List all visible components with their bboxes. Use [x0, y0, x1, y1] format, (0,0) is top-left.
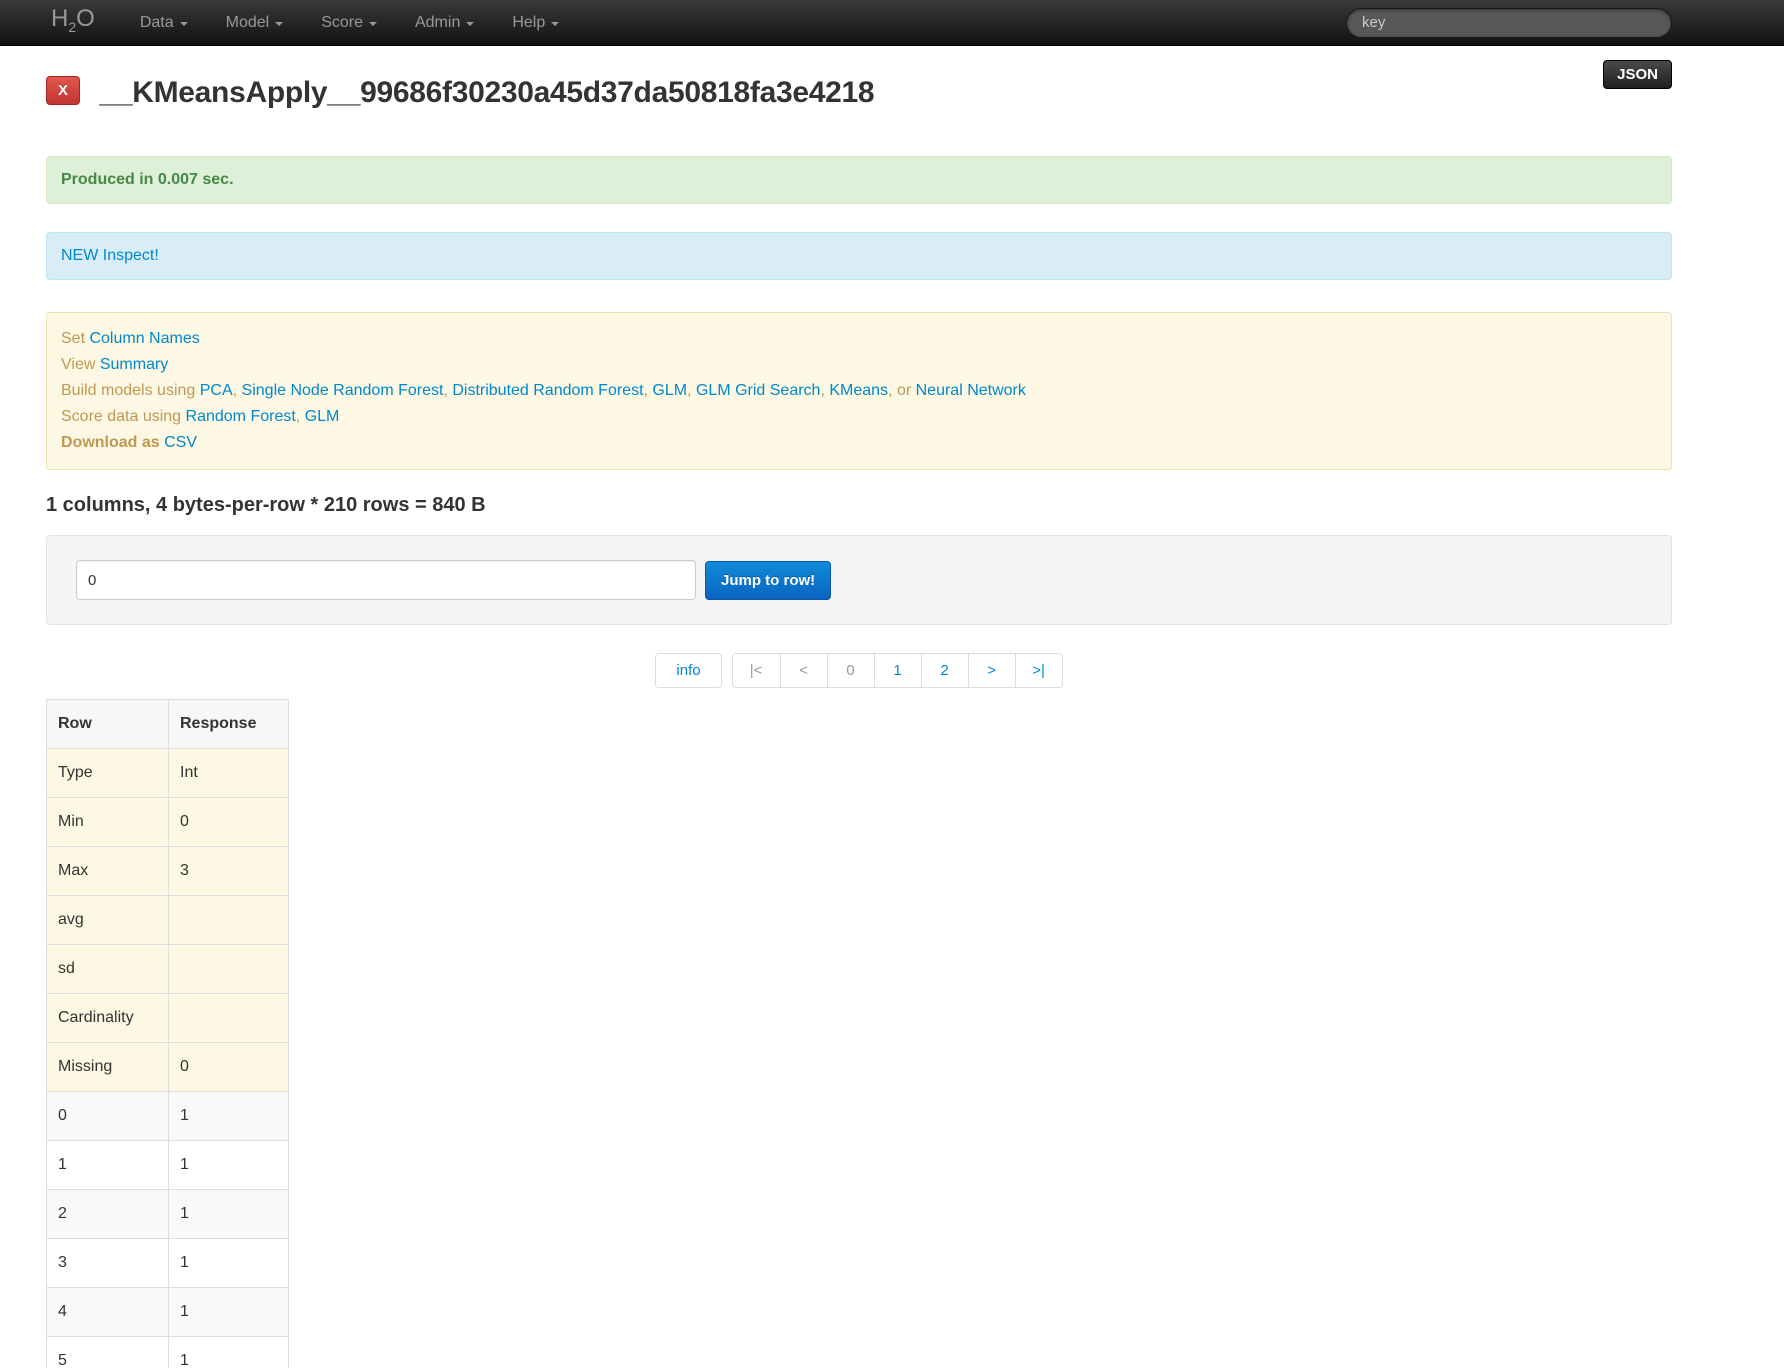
table-row: TypeInt — [47, 749, 289, 798]
action-link[interactable]: GLM Grid Search — [696, 382, 820, 399]
navbar-item-model[interactable]: Model — [207, 0, 303, 45]
action-link[interactable]: GLM — [305, 408, 340, 425]
page-title: __KMeansApply__99686f30230a45d37da50818f… — [99, 76, 874, 110]
table-row: 11 — [47, 1141, 289, 1190]
action-link[interactable]: KMeans — [829, 382, 888, 399]
page-button: |< — [733, 654, 780, 687]
size-heading: 1 columns, 4 bytes-per-row * 210 rows = … — [46, 494, 1672, 517]
action-link[interactable]: Distributed Random Forest — [452, 382, 643, 399]
action-link[interactable]: Neural Network — [916, 382, 1026, 399]
navbar-item-score[interactable]: Score — [302, 0, 396, 45]
action-line: Score data using Random Forest, GLM — [61, 404, 1657, 430]
action-line: View Summary — [61, 352, 1657, 378]
jump-panel: Jump to row! — [46, 535, 1672, 625]
table-row: Min0 — [47, 798, 289, 847]
action-text: Score data using — [61, 408, 186, 425]
action-link[interactable]: Column Names — [89, 330, 199, 347]
table-row: sd — [47, 945, 289, 994]
navbar-link[interactable]: Model — [207, 0, 303, 45]
page-button[interactable]: 2 — [921, 654, 968, 687]
table-row: Max3 — [47, 847, 289, 896]
navbar-item-data[interactable]: Data — [121, 0, 207, 45]
info-button[interactable]: info — [655, 653, 721, 688]
table-row: 51 — [47, 1337, 289, 1368]
navbar-link[interactable]: Score — [302, 0, 396, 45]
pagination-group: |<<012>>| — [732, 653, 1063, 688]
table-row: 21 — [47, 1190, 289, 1239]
chevron-down-icon — [275, 22, 283, 26]
page-button[interactable]: 1 — [874, 654, 921, 687]
navbar-menu: DataModelScoreAdminHelp — [121, 0, 578, 45]
action-text: Download as — [61, 434, 164, 451]
search-input[interactable] — [1346, 8, 1672, 38]
table-row: Cardinality — [47, 994, 289, 1043]
navbar-link[interactable]: Help — [493, 0, 578, 45]
column-header-response: Response — [169, 700, 289, 749]
page-button[interactable]: >| — [1015, 654, 1062, 687]
navbar-link[interactable]: Admin — [396, 0, 493, 45]
inspect-alert: NEW Inspect! — [46, 232, 1672, 280]
h2o-logo[interactable]: H2O — [51, 0, 95, 49]
action-link[interactable]: Single Node Random Forest — [242, 382, 444, 399]
new-inspect-link[interactable]: NEW Inspect! — [61, 247, 159, 264]
action-line: Set Column Names — [61, 326, 1657, 352]
action-text: , — [687, 382, 696, 399]
action-text: , — [820, 382, 829, 399]
table-row: 31 — [47, 1239, 289, 1288]
navbar-link[interactable]: Data — [121, 0, 207, 45]
actions-box: Set Column NamesView SummaryBuild models… — [46, 312, 1672, 470]
page-button: < — [780, 654, 827, 687]
table-row: 01 — [47, 1092, 289, 1141]
row-number-input[interactable] — [76, 560, 696, 600]
produced-text: Produced in 0.007 sec. — [61, 171, 234, 188]
page: H2O DataModelScoreAdminHelp X __KMeansAp… — [0, 0, 1784, 1368]
action-link[interactable]: Summary — [100, 356, 168, 373]
table-header-row: Row Response — [47, 700, 289, 749]
action-line: Build models using PCA, Single Node Rand… — [61, 378, 1657, 404]
chevron-down-icon — [466, 22, 474, 26]
jump-to-row-button[interactable]: Jump to row! — [705, 561, 831, 600]
actions-list: Set Column NamesView SummaryBuild models… — [61, 326, 1657, 456]
inspect-table: Row Response TypeIntMin0Max3avgsdCardina… — [46, 699, 289, 1368]
pagination: info |<<012>>| — [46, 653, 1672, 688]
chevron-down-icon — [369, 22, 377, 26]
action-link[interactable]: PCA — [200, 382, 233, 399]
action-link[interactable]: Random Forest — [186, 408, 296, 425]
page-button[interactable]: > — [968, 654, 1015, 687]
chevron-down-icon — [551, 22, 559, 26]
navbar-item-help[interactable]: Help — [493, 0, 578, 45]
navbar-inner: H2O DataModelScoreAdminHelp — [46, 0, 1672, 45]
produced-alert: Produced in 0.007 sec. — [46, 156, 1672, 204]
column-header-row: Row — [47, 700, 169, 749]
action-text: , or — [888, 382, 916, 399]
action-text: , — [296, 408, 305, 425]
close-button[interactable]: X — [46, 76, 80, 105]
table-body: TypeIntMin0Max3avgsdCardinalityMissing00… — [47, 749, 289, 1368]
action-text: View — [61, 356, 100, 373]
table-row: Missing0 — [47, 1043, 289, 1092]
action-text: , — [233, 382, 242, 399]
action-text: Build models using — [61, 382, 200, 399]
action-text: , — [443, 382, 452, 399]
navbar: H2O DataModelScoreAdminHelp — [0, 0, 1784, 46]
chevron-down-icon — [180, 22, 188, 26]
navbar-item-admin[interactable]: Admin — [396, 0, 493, 45]
action-line: Download as CSV — [61, 430, 1657, 456]
action-text: Set — [61, 330, 89, 347]
table-row: 41 — [47, 1288, 289, 1337]
main-content: X __KMeansApply__99686f30230a45d37da5081… — [46, 76, 1672, 1368]
page-header: X __KMeansApply__99686f30230a45d37da5081… — [46, 76, 1672, 124]
page-button: 0 — [827, 654, 874, 687]
action-link[interactable]: CSV — [164, 434, 197, 451]
action-link[interactable]: GLM — [652, 382, 687, 399]
json-button[interactable]: JSON — [1603, 60, 1672, 89]
table-row: avg — [47, 896, 289, 945]
